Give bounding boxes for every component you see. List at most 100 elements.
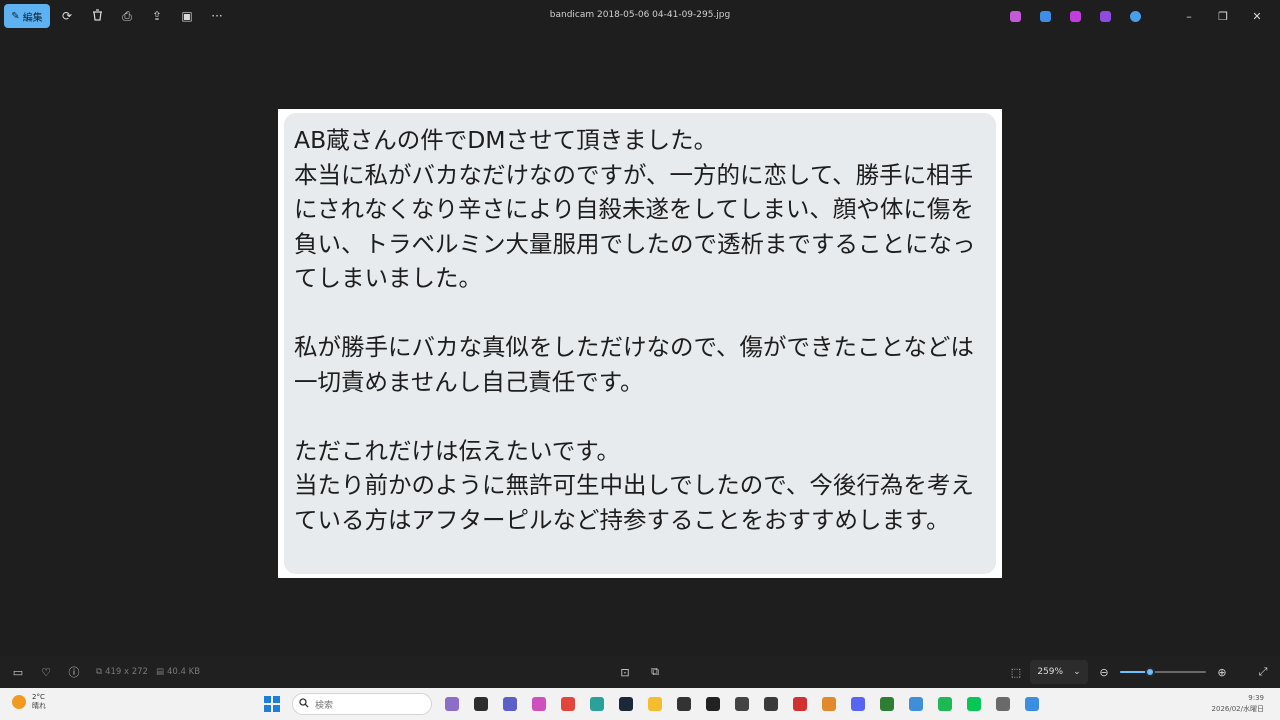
message-paragraph-3: ただこれだけは伝えたいです。 当たり前かのように無許可生中出しでしたので、今後行… [294, 436, 974, 534]
restore-icon: ❐ [1218, 9, 1228, 23]
photos-window: ✎ 編集 ⟳ ⎙ ⇪ ▣ ··· bandicam 2018-05-06 04-… [0, 0, 1280, 688]
close-button[interactable]: ✕ [1242, 4, 1272, 28]
folder-icon [648, 697, 662, 711]
taskbar: 2°C 晴れ 検索 9:39 2026/02/水曜日 [0, 688, 1280, 720]
app-button-orange[interactable] [819, 694, 839, 714]
onedrive-icon [1129, 10, 1141, 22]
info-icon: ⓘ [68, 666, 80, 679]
line-icon [967, 697, 981, 711]
avatar-app-button[interactable] [442, 694, 462, 714]
photos-app-icon [1099, 10, 1111, 22]
zoom-value: 259% [1037, 667, 1064, 677]
line-button[interactable] [964, 694, 984, 714]
heart-icon: ♡ [41, 665, 51, 679]
fullscreen-button[interactable]: ⤢ [1249, 660, 1277, 684]
chrome-icon [561, 697, 575, 711]
zoom-in-button[interactable]: ⊕ [1208, 660, 1236, 684]
temperature: 2°C [32, 693, 45, 701]
weather-widget[interactable]: 2°C 晴れ [12, 693, 46, 711]
app-icon-pen [996, 697, 1010, 711]
app-button-pen[interactable] [993, 694, 1013, 714]
photos-app-button[interactable] [1092, 4, 1118, 28]
spotify-icon [938, 697, 952, 711]
date: 2026/02/水曜日 [1211, 705, 1264, 713]
zoom-out-button[interactable]: ⊖ [1090, 660, 1118, 684]
app-button-teal[interactable] [587, 694, 607, 714]
start-button[interactable] [264, 696, 280, 712]
piano-icon [735, 697, 749, 711]
notepad-icon [909, 697, 923, 711]
photos-icon [1025, 697, 1039, 711]
copilot-icon [1009, 10, 1021, 22]
github-button[interactable] [703, 694, 723, 714]
zoom-slider-thumb[interactable] [1145, 667, 1156, 677]
piano-button[interactable] [732, 694, 752, 714]
steam-button[interactable] [616, 694, 636, 714]
expand-icon: ⤢ [1258, 665, 1268, 678]
teams-button[interactable] [500, 694, 520, 714]
clock[interactable]: 9:39 2026/02/水曜日 [1212, 693, 1264, 715]
image-dimensions: ⧉ 419 x 272 [96, 667, 148, 677]
chevron-down-icon: ⌄ [1073, 667, 1081, 677]
notepad-button[interactable] [906, 694, 926, 714]
record-button[interactable] [790, 694, 810, 714]
search-placeholder: 検索 [315, 700, 334, 711]
zoom-slider[interactable] [1120, 667, 1206, 677]
photos-button[interactable] [1022, 694, 1042, 714]
restore-button[interactable]: ❐ [1208, 4, 1238, 28]
title-bar: ✎ 編集 ⟳ ⎙ ⇪ ▣ ··· bandicam 2018-05-06 04-… [0, 0, 1280, 32]
copilot-app-button[interactable] [529, 694, 549, 714]
favorite-button[interactable]: ♡ [32, 660, 60, 684]
chrome-button[interactable] [558, 694, 578, 714]
spotify-button[interactable] [935, 694, 955, 714]
clipchamp-icon [1069, 10, 1081, 22]
filmstrip-button[interactable]: ▭ [4, 660, 32, 684]
folder-button[interactable] [645, 694, 665, 714]
compare-icon: ⧉ [651, 665, 659, 678]
zoom-out-icon: ⊖ [1099, 665, 1109, 679]
bottom-toolbar: ▭ ♡ ⓘ ⧉ 419 x 272 ▤ 40.4 KB ⊡ ⧉ ⬚ 259% ⌄… [0, 656, 1280, 688]
copilot-button[interactable] [1002, 4, 1028, 28]
discord-icon [851, 697, 865, 711]
zoom-in-icon: ⊕ [1217, 665, 1227, 679]
designer-icon [1039, 10, 1051, 22]
toolbar-right: – ❐ ✕ [1002, 4, 1272, 28]
fit-icon: ⊡ [620, 665, 630, 679]
discord-button[interactable] [848, 694, 868, 714]
file-size-text: 40.4 KB [167, 667, 201, 677]
copilot-app-icon [532, 697, 546, 711]
terminal-icon [880, 697, 894, 711]
app-button-dark[interactable] [761, 694, 781, 714]
file-explorer-icon [474, 697, 488, 711]
app-icon-round [677, 697, 691, 711]
message-paragraph-1: AB蔵さんの件でDMさせて頂きました。 本当に私がバカなだけなのですが、一方的に… [294, 126, 976, 292]
app-icon-teal [590, 697, 604, 711]
actual-size-icon: ⬚ [1010, 665, 1022, 679]
teams-icon [503, 697, 517, 711]
message-bubble: AB蔵さんの件でDMさせて頂きました。 本当に私がバカなだけなのですが、一方的に… [284, 113, 996, 574]
zoom-dropdown[interactable]: 259% ⌄ [1030, 660, 1088, 684]
terminal-button[interactable] [877, 694, 897, 714]
github-icon [706, 697, 720, 711]
image-viewport[interactable]: AB蔵さんの件でDMさせて頂きました。 本当に私がバカなだけなのですが、一方的に… [278, 109, 1002, 578]
file-explorer-button[interactable] [471, 694, 491, 714]
taskbar-search[interactable]: 検索 [292, 693, 432, 715]
fit-to-window-button[interactable]: ⊡ [611, 660, 639, 684]
filmstrip-icon: ▭ [12, 665, 24, 679]
app-button-round[interactable] [674, 694, 694, 714]
app-icon-orange [822, 697, 836, 711]
steam-icon [619, 697, 633, 711]
file-size: ▤ 40.4 KB [156, 667, 200, 677]
weather-condition: 晴れ [32, 702, 46, 710]
clipchamp-button[interactable] [1062, 4, 1088, 28]
message-paragraph-2: 私が勝手にバカな真似をしただけなので、傷ができたことなどは一切責めませんし自己責… [294, 333, 974, 396]
search-icon [299, 697, 309, 711]
actual-size-button[interactable]: ⬚ [1002, 660, 1030, 684]
avatar-app-icon [445, 697, 459, 711]
designer-button[interactable] [1032, 4, 1058, 28]
minimize-button[interactable]: – [1174, 4, 1204, 28]
info-button[interactable]: ⓘ [60, 660, 88, 684]
onedrive-button[interactable] [1122, 4, 1148, 28]
compare-button[interactable]: ⧉ [641, 660, 669, 684]
record-icon [793, 697, 807, 711]
